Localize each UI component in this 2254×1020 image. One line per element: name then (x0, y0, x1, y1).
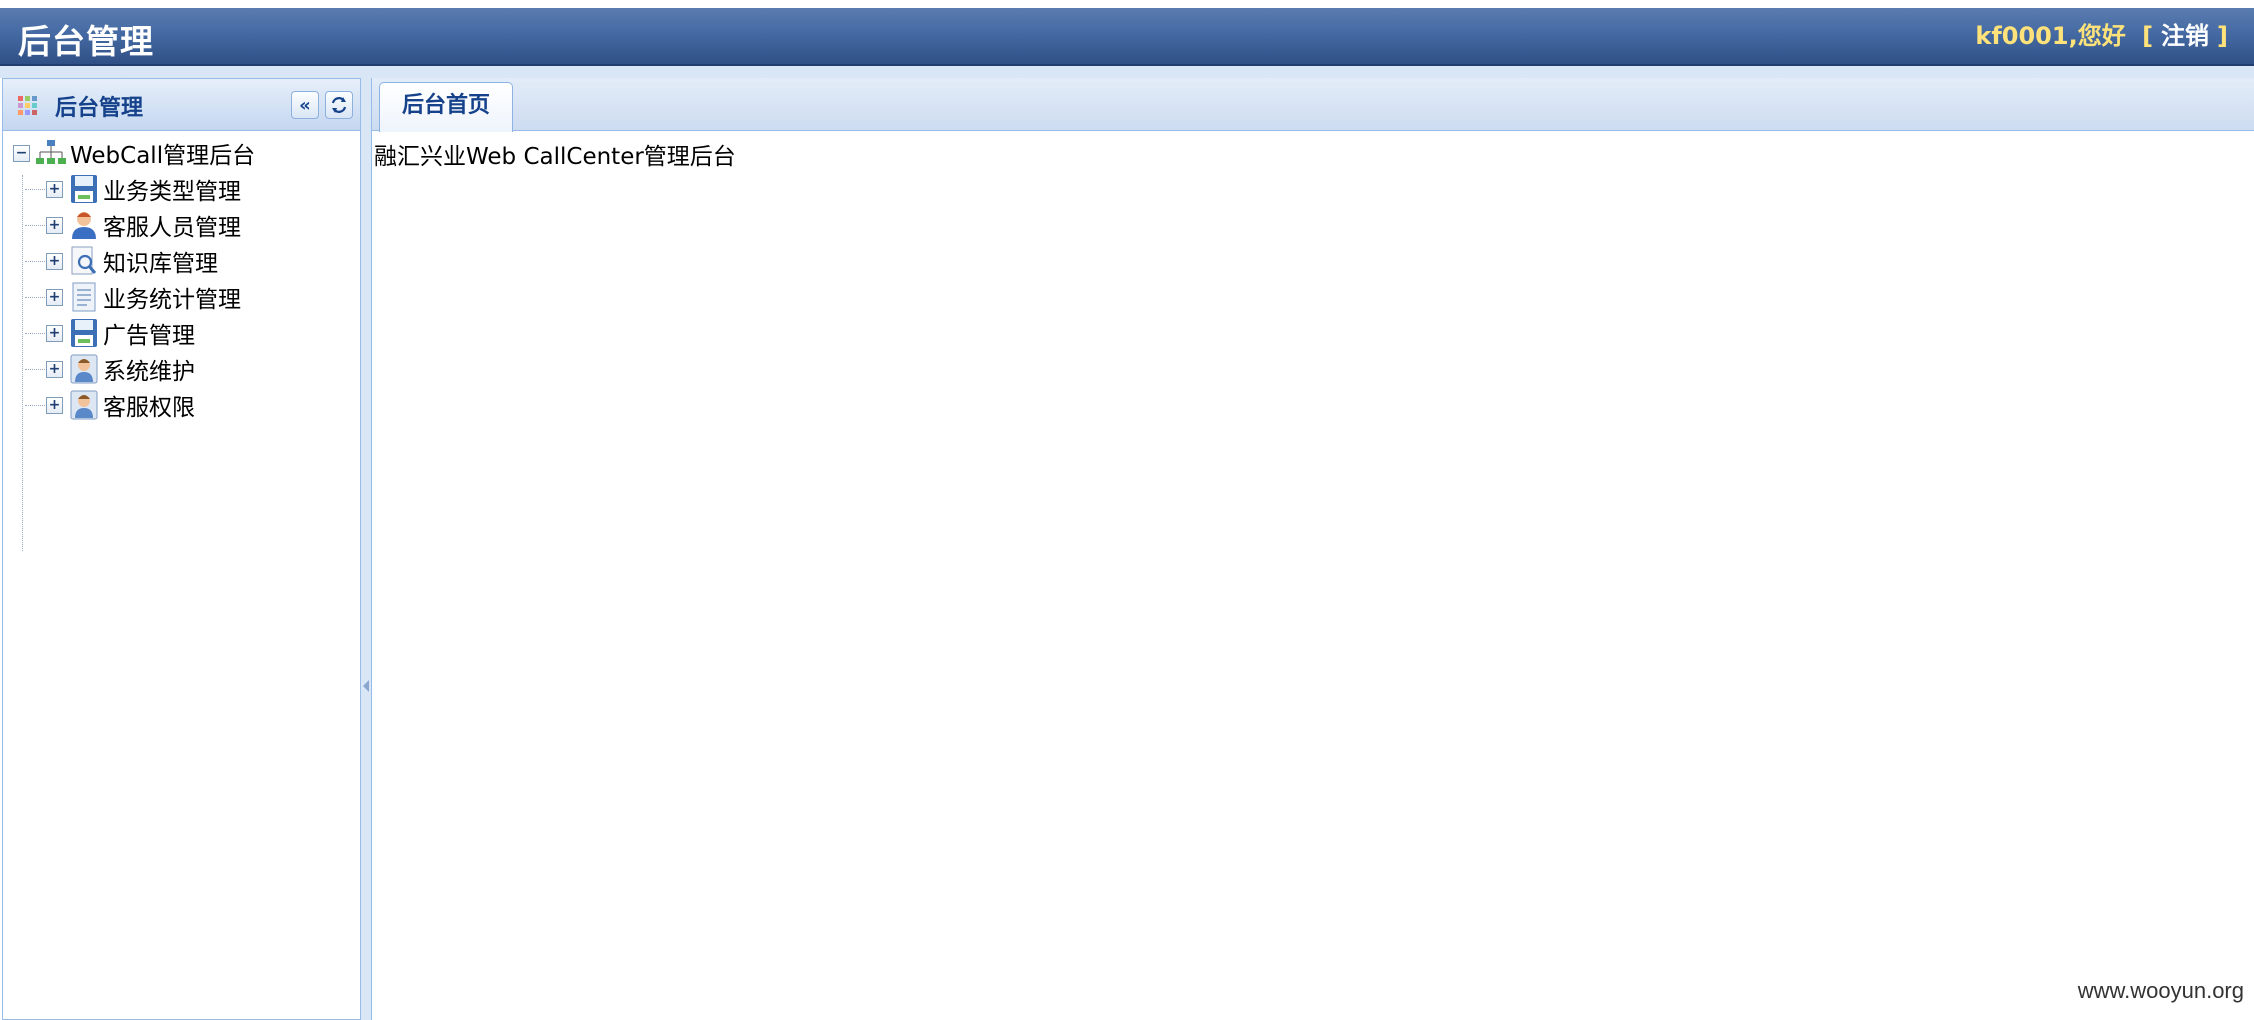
username: kf0001 (1975, 22, 2069, 50)
sidebar-item-knowledge-base[interactable]: + 知识库管理 (3, 243, 360, 279)
logout-link[interactable]: 注销 (2161, 22, 2209, 50)
greeting: ,您好 (2068, 22, 2126, 50)
sidebar-header: 后台管理 « (3, 79, 360, 131)
sidebar-panel: 后台管理 « − WebCall管理后台 + 业务类型管理 + 客服人员管理 +… (2, 78, 361, 1020)
sidebar-title: 后台管理 (55, 96, 144, 121)
tree-root-label: WebCall管理后台 (70, 143, 256, 169)
top-strip (0, 0, 2254, 8)
expand-toggle[interactable]: + (46, 396, 63, 414)
collapse-toggle[interactable]: − (13, 144, 30, 162)
sidebar-item-business-type[interactable]: + 业务类型管理 (3, 171, 360, 207)
user-info: kf0001,您好 [注销] (1975, 16, 2236, 51)
expand-toggle[interactable]: + (46, 180, 63, 198)
app-title: 后台管理 (18, 22, 154, 61)
floppy-disk-icon (69, 318, 99, 348)
expand-toggle[interactable]: + (46, 252, 63, 270)
watermark: www.wooyun.org (2077, 978, 2244, 1003)
sidebar-item-statistics[interactable]: + 业务统计管理 (3, 279, 360, 315)
expand-toggle[interactable]: + (46, 216, 63, 234)
bracket-close: ] (2217, 22, 2228, 50)
expand-toggle[interactable]: + (46, 360, 63, 378)
sidebar-item-label: 广告管理 (103, 323, 195, 349)
app-grid-icon (18, 96, 37, 115)
main-panel: 后台首页 融汇兴业Web CallCenter管理后台 (371, 78, 2254, 1020)
magnifier-doc-icon (69, 246, 99, 276)
floppy-disk-icon (69, 174, 99, 204)
sidebar-item-system-maintenance[interactable]: + 系统维护 (3, 351, 360, 387)
sidebar-item-label: 客服人员管理 (103, 215, 241, 241)
sidebar-item-ads[interactable]: + 广告管理 (3, 315, 360, 351)
expand-toggle[interactable]: + (46, 288, 63, 306)
refresh-button[interactable] (325, 91, 353, 119)
header-band (0, 66, 2254, 78)
sidebar-item-label: 知识库管理 (103, 251, 218, 277)
user-card-icon (69, 390, 99, 420)
tree-root[interactable]: − WebCall管理后台 (3, 135, 360, 171)
collapse-arrow-icon[interactable] (363, 680, 369, 692)
nav-tree: − WebCall管理后台 + 业务类型管理 + 客服人员管理 + 知识库管理 … (3, 131, 360, 551)
org-chart-icon (36, 138, 66, 168)
bracket-open: [ (2142, 22, 2154, 50)
user-icon (69, 210, 99, 240)
welcome-text: 融汇兴业Web CallCenter管理后台 (374, 144, 736, 170)
user-card-icon (69, 354, 99, 384)
refresh-icon (331, 97, 347, 113)
panel-splitter[interactable] (361, 78, 371, 1020)
sidebar-item-label: 业务类型管理 (103, 179, 241, 205)
sidebar-item-label: 系统维护 (103, 359, 195, 385)
tab-home[interactable]: 后台首页 (379, 82, 513, 132)
collapse-button[interactable]: « (291, 91, 319, 119)
sidebar-item-staff-permissions[interactable]: + 客服权限 (3, 387, 360, 423)
sidebar-item-label: 业务统计管理 (103, 287, 241, 313)
sidebar-item-staff[interactable]: + 客服人员管理 (3, 207, 360, 243)
document-icon (69, 282, 99, 312)
app-header: 后台管理 kf0001,您好 [注销] (0, 8, 2254, 66)
tab-strip: 后台首页 (372, 78, 2254, 132)
sidebar-item-label: 客服权限 (103, 395, 195, 421)
double-chevron-left-icon: « (299, 94, 311, 116)
expand-toggle[interactable]: + (46, 324, 63, 342)
